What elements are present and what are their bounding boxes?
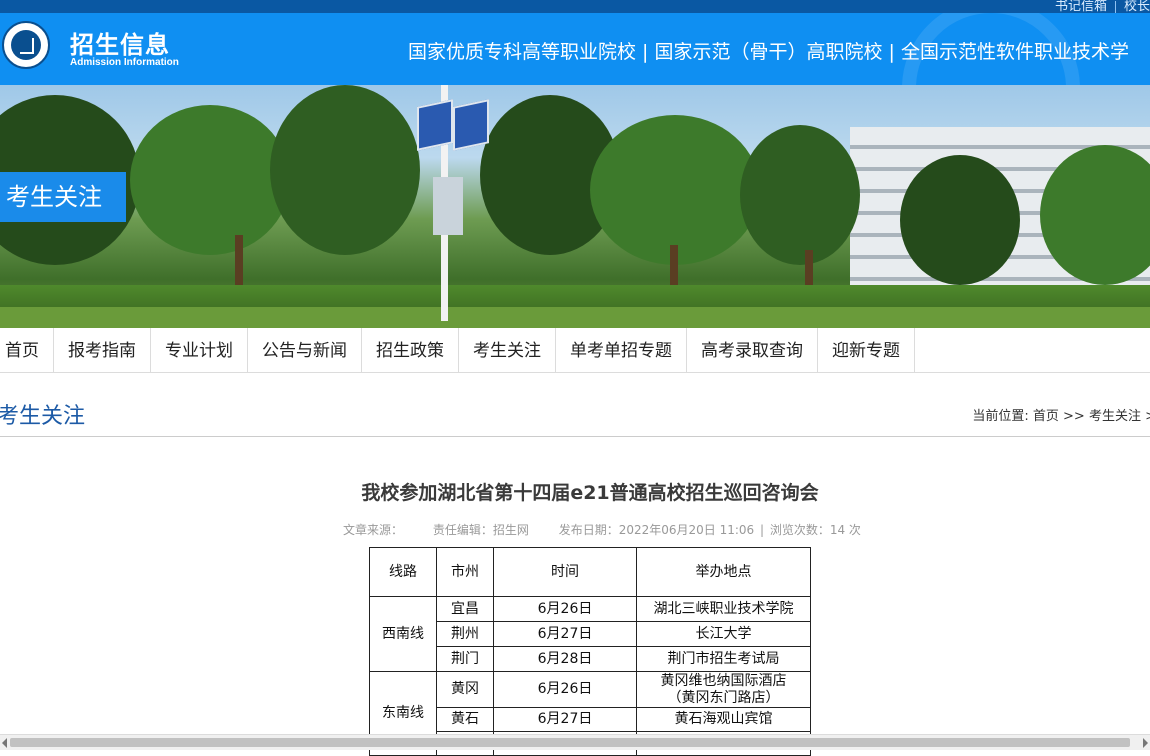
scroll-right-arrow-icon[interactable]	[1143, 738, 1148, 748]
breadcrumb: 当前位置: 首页 >> 考生关注 >	[972, 405, 1150, 424]
table-header-row: 线路 市州 时间 举办地点	[369, 547, 811, 597]
table-city-cell: 黄石	[436, 707, 494, 732]
banner-solar-panel	[417, 99, 453, 151]
table-header-cell: 举办地点	[636, 547, 811, 597]
table-date-cell: 6月27日	[493, 707, 637, 732]
banner-tree	[740, 125, 860, 265]
nav-item-admission-policy[interactable]: 招生政策	[362, 328, 459, 372]
horizontal-scrollbar[interactable]	[0, 734, 1150, 750]
nav-item-major-plan[interactable]: 专业计划	[151, 328, 248, 372]
top-utility-strip: 书记信箱 校长	[0, 0, 1150, 13]
nav-item-candidate-focus[interactable]: 考生关注	[459, 328, 556, 372]
banner-tree	[130, 105, 290, 255]
table-row: 荆州 6月27日 长江大学	[370, 621, 811, 647]
venue-line: （黄冈东门路店）	[667, 689, 780, 706]
top-link-president[interactable]: 校长	[1124, 0, 1150, 13]
table-venue-cell: 荆门市招生考试局	[636, 646, 811, 672]
table-venue-cell: 黄石海观山宾馆	[636, 707, 811, 732]
table-row: 东南线 黄冈 6月26日 黄冈维也纳国际酒店 （黄冈东门路店）	[369, 671, 811, 756]
campus-banner-image: 考生关注	[0, 85, 1150, 328]
school-logo-icon[interactable]	[2, 21, 50, 69]
banner-tree	[590, 115, 760, 265]
header-slogan: 国家优质专科高等职业院校 | 国家示范（骨干）高职院校 | 全国示范性软件职业技…	[408, 41, 1129, 63]
nav-item-admission-query[interactable]: 高考录取查询	[687, 328, 818, 372]
table-row: 黄石 6月27日 黄石海观山宾馆	[370, 707, 811, 732]
banner-lawn	[0, 307, 1150, 328]
nav-item-home[interactable]: 首页	[0, 328, 54, 372]
breadcrumb-separator: >	[1145, 409, 1150, 424]
section-divider	[0, 436, 1150, 437]
table-date-cell: 6月27日	[493, 621, 637, 647]
banner-section-tag: 考生关注	[0, 172, 126, 222]
table-venue-cell: 黄冈维也纳国际酒店 （黄冈东门路店）	[636, 671, 811, 708]
table-city-cell: 宜昌	[436, 596, 494, 622]
article-title: 我校参加湖北省第十四届e21普通高校招生巡回咨询会	[361, 482, 819, 504]
table-route-cell: 西南线	[369, 596, 437, 672]
table-header-cell: 线路	[369, 547, 437, 597]
table-venue-cell: 长江大学	[636, 621, 811, 647]
logo-core-mark	[20, 38, 34, 54]
site-header: 招生信息 Admission Information 国家优质专科高等职业院校 …	[0, 13, 1150, 85]
table-header-cell: 时间	[493, 547, 637, 597]
table-date-cell: 6月26日	[493, 596, 637, 622]
nav-item-apply-guide[interactable]: 报考指南	[54, 328, 151, 372]
meta-editor: 责任编辑：招生网	[432, 523, 529, 537]
banner-tree	[900, 155, 1020, 285]
table-row: 西南线 宜昌 6月26日 湖北三峡职业技术学院	[369, 596, 811, 672]
top-link-divider	[1114, 0, 1116, 13]
table-header-cell: 市州	[436, 547, 494, 597]
table-venue-cell: 湖北三峡职业技术学院	[636, 596, 811, 622]
table-city-cell: 黄冈	[436, 671, 494, 708]
scrollbar-thumb[interactable]	[10, 738, 1130, 747]
venue-line: 黄冈维也纳国际酒店	[660, 672, 787, 689]
meta-date: 发布日期：2022年06月20日 11:06	[558, 523, 755, 537]
banner-pole-flag	[433, 177, 463, 235]
breadcrumb-home[interactable]: 首页	[1033, 409, 1059, 424]
meta-source: 文章来源：	[343, 523, 404, 537]
breadcrumb-separator: >>	[1063, 409, 1085, 424]
nav-item-notices-news[interactable]: 公告与新闻	[248, 328, 362, 372]
brand-subtitle: Admission Information	[70, 57, 179, 68]
banner-tree	[270, 85, 420, 255]
main-nav: 首页 报考指南 专业计划 公告与新闻 招生政策 考生关注 单考单招专题 高考录取…	[0, 328, 1150, 373]
table-date-cell: 6月28日	[493, 646, 637, 672]
brand-title[interactable]: 招生信息	[70, 25, 170, 60]
article-meta: 文章来源： 责任编辑：招生网 发布日期：2022年06月20日 11:06 | …	[343, 521, 887, 538]
top-links: 书记信箱 校长	[1055, 0, 1150, 13]
nav-item-welcome[interactable]: 迎新专题	[818, 328, 915, 372]
top-link-secretary-mailbox[interactable]: 书记信箱	[1055, 0, 1107, 13]
table-row: 荆门 6月28日 荆门市招生考试局	[370, 646, 811, 672]
table-city-cell: 荆州	[436, 621, 494, 647]
meta-divider: |	[756, 523, 768, 537]
consultation-schedule-table: 线路 市州 时间 举办地点 西南线 宜昌 6月26日 湖北三峡职业技术学院 荆州…	[369, 547, 811, 756]
table-date-cell: 6月26日	[493, 671, 637, 708]
nav-item-single-exam[interactable]: 单考单招专题	[556, 328, 687, 372]
breadcrumb-candidate-focus[interactable]: 考生关注	[1089, 409, 1141, 424]
logo-inner-circle	[11, 30, 41, 60]
table-city-cell: 荆门	[436, 646, 494, 672]
banner-solar-panel	[453, 99, 489, 151]
breadcrumb-prefix: 当前位置:	[972, 409, 1029, 424]
meta-views: 浏览次数：14 次	[769, 523, 861, 537]
section-title: 考生关注	[0, 404, 86, 429]
scroll-left-arrow-icon[interactable]	[2, 738, 7, 748]
